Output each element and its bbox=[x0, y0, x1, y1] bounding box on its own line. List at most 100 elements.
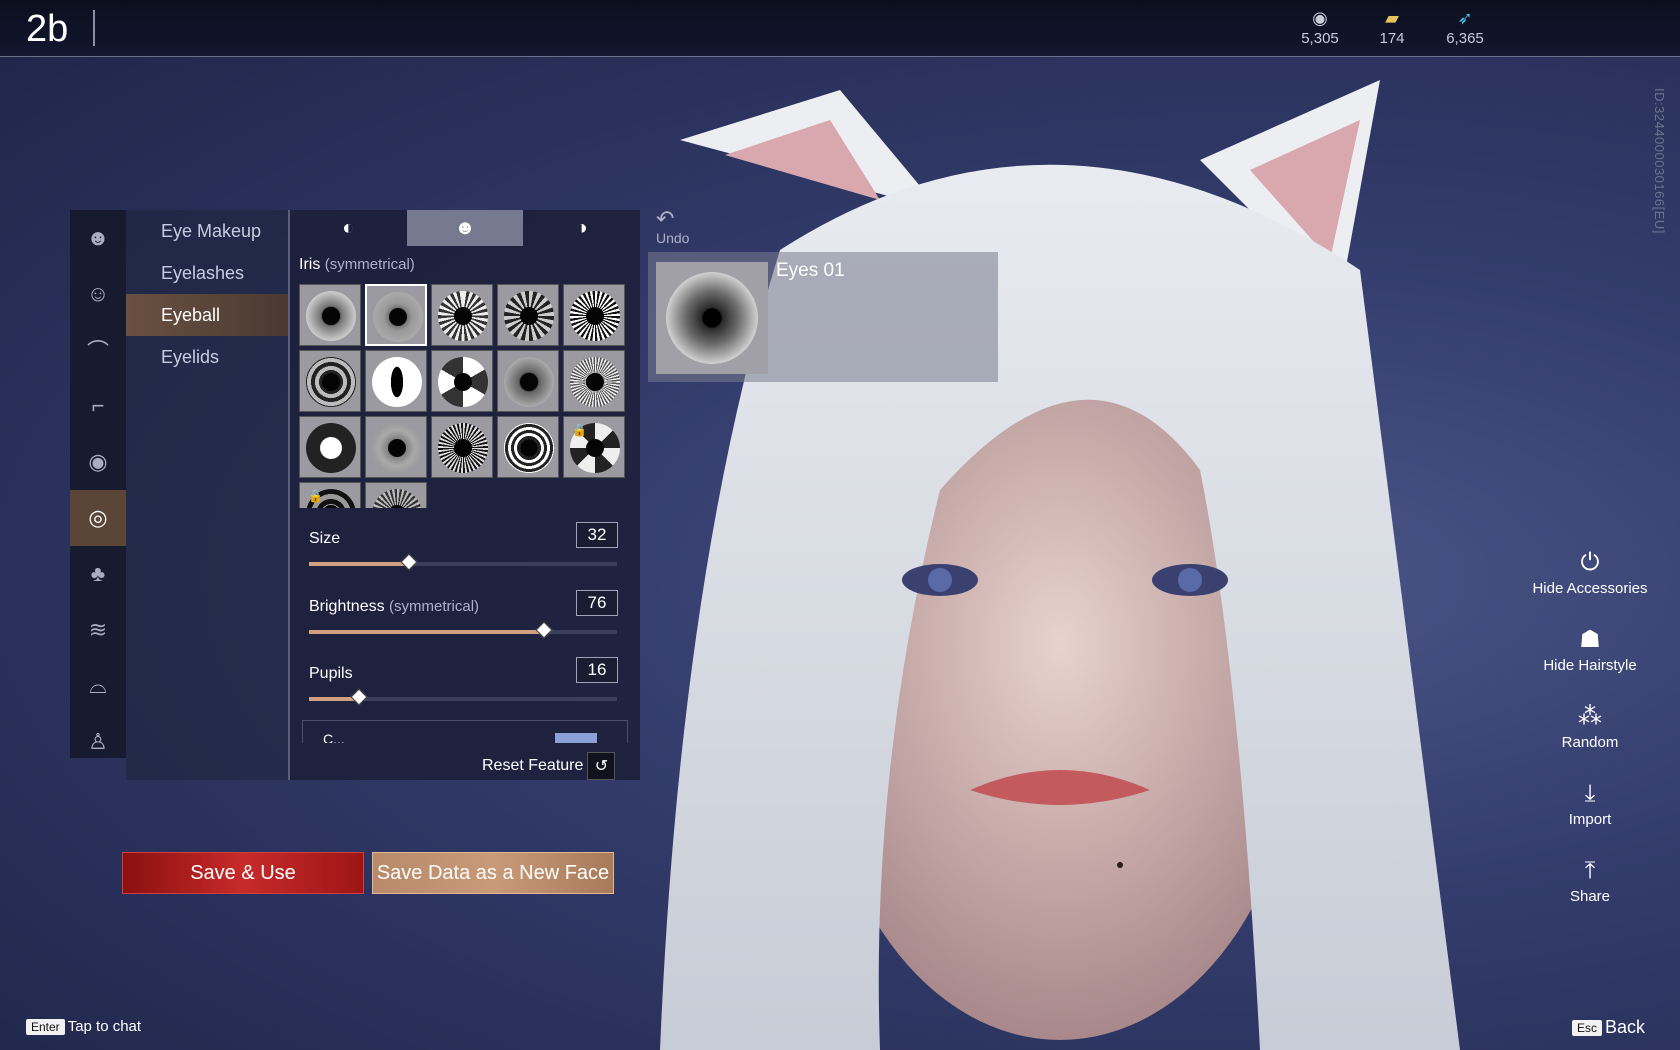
eye-makeup-icon[interactable]: ◎ bbox=[70, 490, 126, 546]
share-button[interactable]: ⤒ Share bbox=[1520, 854, 1660, 931]
iris-label: Iris bbox=[299, 256, 321, 273]
iris-swatch[interactable] bbox=[299, 350, 361, 412]
size-value-field[interactable]: 32 bbox=[576, 522, 618, 548]
top-bar: 2b ◉ 5,305 ▰ 174 ➶ 6,365 bbox=[0, 0, 1680, 57]
iris-swatch[interactable] bbox=[299, 416, 361, 478]
iris-pupil bbox=[586, 307, 604, 325]
iris-pupil bbox=[520, 307, 538, 325]
slider-handle[interactable] bbox=[400, 553, 418, 571]
currency-coins: ◉ 5,305 bbox=[1285, 8, 1355, 47]
reset-feature[interactable]: Reset Feature ↺ bbox=[482, 752, 616, 780]
eye-icon[interactable]: ◉ bbox=[70, 434, 126, 490]
subcategory-eyelids[interactable]: Eyelids bbox=[126, 336, 288, 378]
iris-pupil bbox=[454, 373, 472, 391]
pupils-value-field[interactable]: 16 bbox=[576, 657, 618, 683]
iris-swatch[interactable] bbox=[497, 284, 559, 346]
brightness-value-field[interactable]: 76 bbox=[576, 590, 618, 616]
random-button[interactable]: ⁂ Random bbox=[1520, 700, 1660, 777]
iris-swatch[interactable] bbox=[497, 416, 559, 478]
currency-value: 174 bbox=[1379, 30, 1405, 47]
hide-accessories-button[interactable]: ⏻ Hide Accessories bbox=[1520, 546, 1660, 623]
player-id: ID:3244000030166[EU] bbox=[1652, 88, 1667, 234]
action-label: Import bbox=[1568, 811, 1612, 828]
iris-swatch[interactable] bbox=[431, 416, 493, 478]
brow-shape-icon[interactable]: ⌐ bbox=[70, 378, 126, 434]
subcategory-eyelashes[interactable]: Eyelashes bbox=[126, 252, 288, 294]
iris-pupil bbox=[520, 373, 538, 391]
currency-feathers: ➶ 6,365 bbox=[1430, 8, 1500, 47]
ticket-icon: ▰ bbox=[1385, 8, 1399, 28]
slider-handle[interactable] bbox=[350, 688, 368, 706]
brightness-slider: Brightness (symmetrical) 76 bbox=[290, 590, 630, 646]
category-icon-bar: ☻ ☺ ⌒ ⌐ ◉ ◎ ♣ ≋ ⌓ ♙ bbox=[70, 210, 126, 758]
character-preview[interactable] bbox=[640, 70, 1500, 1050]
head-icon[interactable]: ☻ bbox=[70, 210, 126, 266]
slider-label: Size bbox=[309, 530, 341, 547]
iris-swatch[interactable] bbox=[497, 350, 559, 412]
tab-right-side[interactable]: ◑ bbox=[523, 210, 640, 246]
lock-icon: 🔒 bbox=[308, 489, 323, 503]
chat-prompt[interactable]: Enter Tap to chat bbox=[26, 1018, 141, 1035]
save-new-face-button[interactable]: Save Data as a New Face bbox=[372, 852, 614, 894]
iris-swatch[interactable] bbox=[563, 284, 625, 346]
slider-handle[interactable] bbox=[535, 621, 553, 639]
slider-track[interactable] bbox=[309, 553, 617, 571]
mouth-icon[interactable]: ⌓ bbox=[70, 658, 126, 714]
subcategory-eyeball[interactable]: Eyeball bbox=[126, 294, 288, 336]
random-icon: ⁂ bbox=[1578, 703, 1602, 730]
slider-label: Pupils bbox=[309, 665, 353, 682]
feather-icon: ➶ bbox=[1457, 8, 1473, 28]
iris-swatch[interactable] bbox=[365, 284, 427, 346]
currency-tickets: ▰ 174 bbox=[1357, 8, 1427, 47]
back-button[interactable]: Esc Back bbox=[1572, 1017, 1645, 1038]
iris-swatch[interactable] bbox=[365, 482, 427, 508]
iris-swatch[interactable] bbox=[365, 416, 427, 478]
undo-icon: ↶ bbox=[656, 206, 675, 231]
iris-swatch[interactable] bbox=[365, 350, 427, 412]
iris-swatch[interactable] bbox=[431, 284, 493, 346]
action-label: Share bbox=[1569, 888, 1611, 905]
nose-icon[interactable]: ♣ bbox=[70, 546, 126, 602]
color-swatch[interactable] bbox=[555, 733, 597, 743]
subcategory-eye-makeup[interactable]: Eye Makeup bbox=[126, 210, 288, 252]
hide-hairstyle-button[interactable]: ☗ Hide Hairstyle bbox=[1520, 623, 1660, 700]
subcategory-list: Eye Makeup Eyelashes Eyeball Eyelids bbox=[126, 210, 288, 780]
face-icon[interactable]: ☺ bbox=[70, 266, 126, 322]
slider-fill bbox=[309, 630, 544, 634]
action-label: Random bbox=[1561, 734, 1619, 751]
tab-both-sides[interactable]: ☻ bbox=[406, 210, 524, 246]
iris-swatch[interactable]: 🔒 bbox=[299, 482, 361, 508]
color-row[interactable]: C... bbox=[302, 720, 628, 743]
iris-pupil bbox=[520, 439, 538, 457]
iris-pupil bbox=[454, 307, 472, 325]
reset-icon[interactable]: ↺ bbox=[587, 752, 616, 780]
iris-qualifier: (symmetrical) bbox=[324, 256, 415, 273]
side-tabs: ◐ ☻ ◑ bbox=[290, 210, 640, 246]
pupils-slider: Pupils 16 bbox=[290, 657, 630, 713]
iris-swatch[interactable] bbox=[431, 350, 493, 412]
lips-icon[interactable]: ≋ bbox=[70, 602, 126, 658]
lock-icon: 🔒 bbox=[572, 423, 587, 437]
iris-swatch[interactable]: 🔒 bbox=[563, 416, 625, 478]
color-label: C... bbox=[323, 731, 345, 743]
save-use-button[interactable]: Save & Use bbox=[122, 852, 364, 894]
chat-label: Tap to chat bbox=[67, 1018, 142, 1035]
iris-grid: 🔒 🔒 bbox=[299, 284, 629, 508]
iris-swatch[interactable] bbox=[563, 350, 625, 412]
action-list: ⏻ Hide Accessories ☗ Hide Hairstyle ⁂ Ra… bbox=[1520, 546, 1660, 931]
body-icon[interactable]: ♙ bbox=[70, 714, 126, 770]
enter-key-badge: Enter bbox=[26, 1018, 65, 1035]
slider-track[interactable] bbox=[309, 688, 617, 706]
import-button[interactable]: ⤓ Import bbox=[1520, 777, 1660, 854]
slider-track[interactable] bbox=[309, 621, 617, 639]
action-label: Hide Hairstyle bbox=[1543, 657, 1637, 674]
tab-left-side[interactable]: ◐ bbox=[290, 210, 407, 246]
iris-swatch[interactable] bbox=[299, 284, 361, 346]
undo-button[interactable]: ↶ Undo bbox=[656, 206, 689, 247]
right-side-icon: ◑ bbox=[575, 216, 588, 239]
iris-pupil bbox=[454, 439, 472, 457]
currency-value: 6,365 bbox=[1446, 30, 1484, 47]
esc-key-badge: Esc bbox=[1572, 1019, 1603, 1036]
accessory-icon: ⏻ bbox=[1580, 549, 1600, 576]
eyebrow-icon[interactable]: ⌒ bbox=[70, 322, 126, 378]
